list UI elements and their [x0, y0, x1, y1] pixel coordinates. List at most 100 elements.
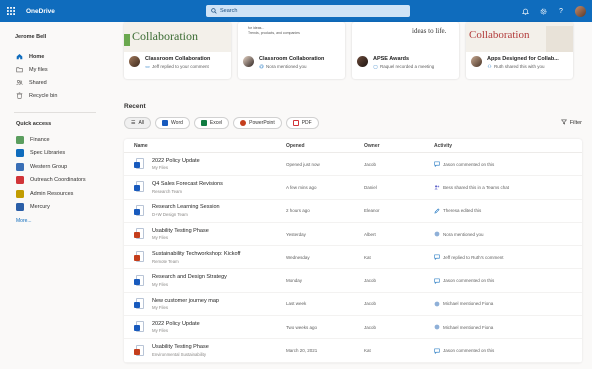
powerpoint-file-icon	[134, 251, 144, 263]
file-location: My Files	[152, 328, 168, 334]
activity-cell: Jason commented on this	[434, 348, 582, 354]
file-name[interactable]: Usability Testing Phase	[152, 228, 209, 234]
file-location: My Files	[152, 165, 168, 171]
file-card[interactable]: ideas to life. APSE Awards ▢ Raquel recor…	[352, 22, 459, 79]
table-row[interactable]: Sustainability Techworkshop: Kickoff Remo…	[124, 246, 582, 270]
file-name[interactable]: Research Learning Session	[152, 204, 220, 210]
file-location: Environmental Sustainability	[152, 351, 206, 357]
quick-access-item[interactable]: Western Group	[0, 160, 110, 174]
people-icon	[16, 79, 23, 86]
file-name-cell[interactable]: 2022 Policy Update My Files	[124, 158, 286, 171]
quick-access-item[interactable]: Admin Resources	[0, 187, 110, 201]
file-name-cell[interactable]: Sustainability Techworkshop: Kickoff Remo…	[124, 251, 286, 264]
waffle-icon[interactable]	[0, 0, 22, 22]
help-icon[interactable]: ?	[557, 7, 565, 15]
more-link[interactable]: More...	[0, 218, 110, 224]
quick-access-item[interactable]: Mercury	[0, 201, 110, 215]
quick-access-label: Spec Libraries	[30, 150, 66, 157]
quick-access-label: Outreach Coordinators	[30, 177, 86, 184]
site-icon	[16, 149, 24, 158]
owner-cell: Kat	[364, 254, 371, 260]
table-row[interactable]: Research Learning Session D+W Design Team…	[124, 200, 582, 223]
file-name-cell[interactable]: New customer journey map My Files	[124, 298, 286, 311]
file-name-cell[interactable]: Q4 Sales Forecast Revisions Research Team	[124, 181, 286, 194]
site-icon	[16, 203, 24, 212]
file-location: My Files	[152, 235, 168, 241]
activity-cell: Jason commented on this	[434, 161, 582, 168]
teams-icon	[434, 184, 440, 190]
quick-access-label: Mercury	[30, 204, 50, 211]
avatar	[357, 56, 368, 67]
file-card[interactable]: Collaboration Apps Designed for Collab..…	[466, 22, 573, 79]
quick-access-item[interactable]: Finance	[0, 133, 110, 147]
word-file-icon	[134, 321, 144, 333]
file-name-cell[interactable]: Usability Testing Phase Environmental Sus…	[124, 344, 286, 357]
file-location: My Files	[152, 305, 168, 311]
avatar	[471, 56, 482, 67]
quick-access-item[interactable]: Outreach Coordinators	[0, 174, 110, 188]
opened-cell: A few mins ago	[286, 184, 317, 190]
app-title[interactable]: OneDrive	[26, 8, 55, 15]
owner-cell: Kat	[364, 348, 371, 354]
nav-label: My files	[29, 66, 48, 73]
table-row[interactable]: Research and Design Strategy My Files Mond…	[124, 269, 582, 293]
activity-text: Jeff replied to Ruth's comment	[443, 254, 504, 260]
file-name[interactable]: Sustainability Techworkshop: Kickoff	[152, 251, 240, 257]
filter-chip-excel[interactable]: Excel	[193, 117, 230, 129]
file-name[interactable]: Usability Testing Phase	[152, 344, 209, 350]
file-card[interactable]: Collaboration Classroom Collaboration ▭ J…	[124, 22, 231, 79]
site-icon	[16, 176, 24, 185]
filter-chip-word[interactable]: Word	[155, 117, 190, 129]
col-header-activity[interactable]: Activity	[434, 143, 582, 149]
col-header-opened[interactable]: Opened	[286, 143, 364, 149]
avatar[interactable]	[575, 5, 586, 17]
quick-access-label: Western Group	[30, 163, 68, 170]
nav-item-my-files[interactable]: My files	[0, 63, 110, 76]
gear-icon[interactable]	[539, 7, 547, 15]
mention-icon	[434, 324, 440, 330]
file-name[interactable]: New customer journey map	[152, 298, 219, 304]
col-header-owner[interactable]: Owner	[364, 143, 434, 149]
table-row[interactable]: 2022 Policy Update My Files Two weeks ago J…	[124, 316, 582, 340]
table-row[interactable]: 2022 Policy Update My Files Opened just no…	[124, 153, 582, 177]
col-header-name[interactable]: Name	[124, 143, 286, 149]
file-name-cell[interactable]: Usability Testing Phase My Files	[124, 228, 286, 241]
powerpoint-icon	[240, 120, 247, 126]
filter-chip-powerpoint[interactable]: PowerPoint	[233, 117, 282, 129]
nav-item-shared[interactable]: Shared	[0, 76, 110, 89]
activity-text: Michael mentioned Fiona	[443, 301, 494, 307]
table-row[interactable]: Q4 Sales Forecast Revisions Research Team…	[124, 176, 582, 200]
chip-label: All	[138, 120, 145, 126]
search-input[interactable]	[220, 8, 370, 14]
opened-cell: March 20, 2021	[286, 348, 318, 354]
nav-item-home[interactable]: Home	[0, 50, 110, 63]
file-card[interactable]: for ideas... Trends, products, and compa…	[238, 22, 345, 79]
filter-button[interactable]: Filter	[560, 119, 582, 127]
file-name-cell[interactable]: 2022 Policy Update My Files	[124, 321, 286, 334]
table-row[interactable]: Usability Testing Phase My Files Yesterday…	[124, 223, 582, 247]
bell-icon[interactable]	[521, 7, 529, 15]
word-file-icon	[134, 181, 144, 193]
file-name[interactable]: Research and Design Strategy	[152, 274, 227, 280]
search-box[interactable]	[206, 5, 410, 17]
file-name[interactable]: 2022 Policy Update	[152, 158, 200, 164]
nav-item-recycle-bin[interactable]: Recycle bin	[0, 89, 110, 102]
file-name[interactable]: 2022 Policy Update	[152, 321, 200, 327]
table-row[interactable]: New customer journey map My Files Last wee…	[124, 293, 582, 317]
file-name[interactable]: Q4 Sales Forecast Revisions	[152, 181, 223, 187]
mention-icon	[434, 231, 440, 237]
quick-access-label: Admin Resources	[30, 190, 74, 197]
filter-chip-all[interactable]: ☰ All	[124, 117, 152, 129]
quick-access-label: Finance	[30, 136, 50, 143]
quick-access-item[interactable]: Spec Libraries	[0, 147, 110, 161]
file-name-cell[interactable]: Research Learning Session D+W Design Team	[124, 204, 286, 217]
table-row[interactable]: Usability Testing Phase Environmental Sus…	[124, 339, 582, 363]
powerpoint-file-icon	[134, 344, 144, 357]
activity-text: Jason commented on this	[443, 161, 495, 167]
word-file-icon	[134, 204, 144, 217]
filter-chip-pdf[interactable]: PDF	[285, 117, 319, 129]
file-name-cell[interactable]: Research and Design Strategy My Files	[124, 274, 286, 287]
word-file-icon	[134, 158, 144, 170]
file-location: D+W Design Team	[152, 211, 188, 217]
activity-text: Nora mentioned you	[443, 231, 484, 237]
